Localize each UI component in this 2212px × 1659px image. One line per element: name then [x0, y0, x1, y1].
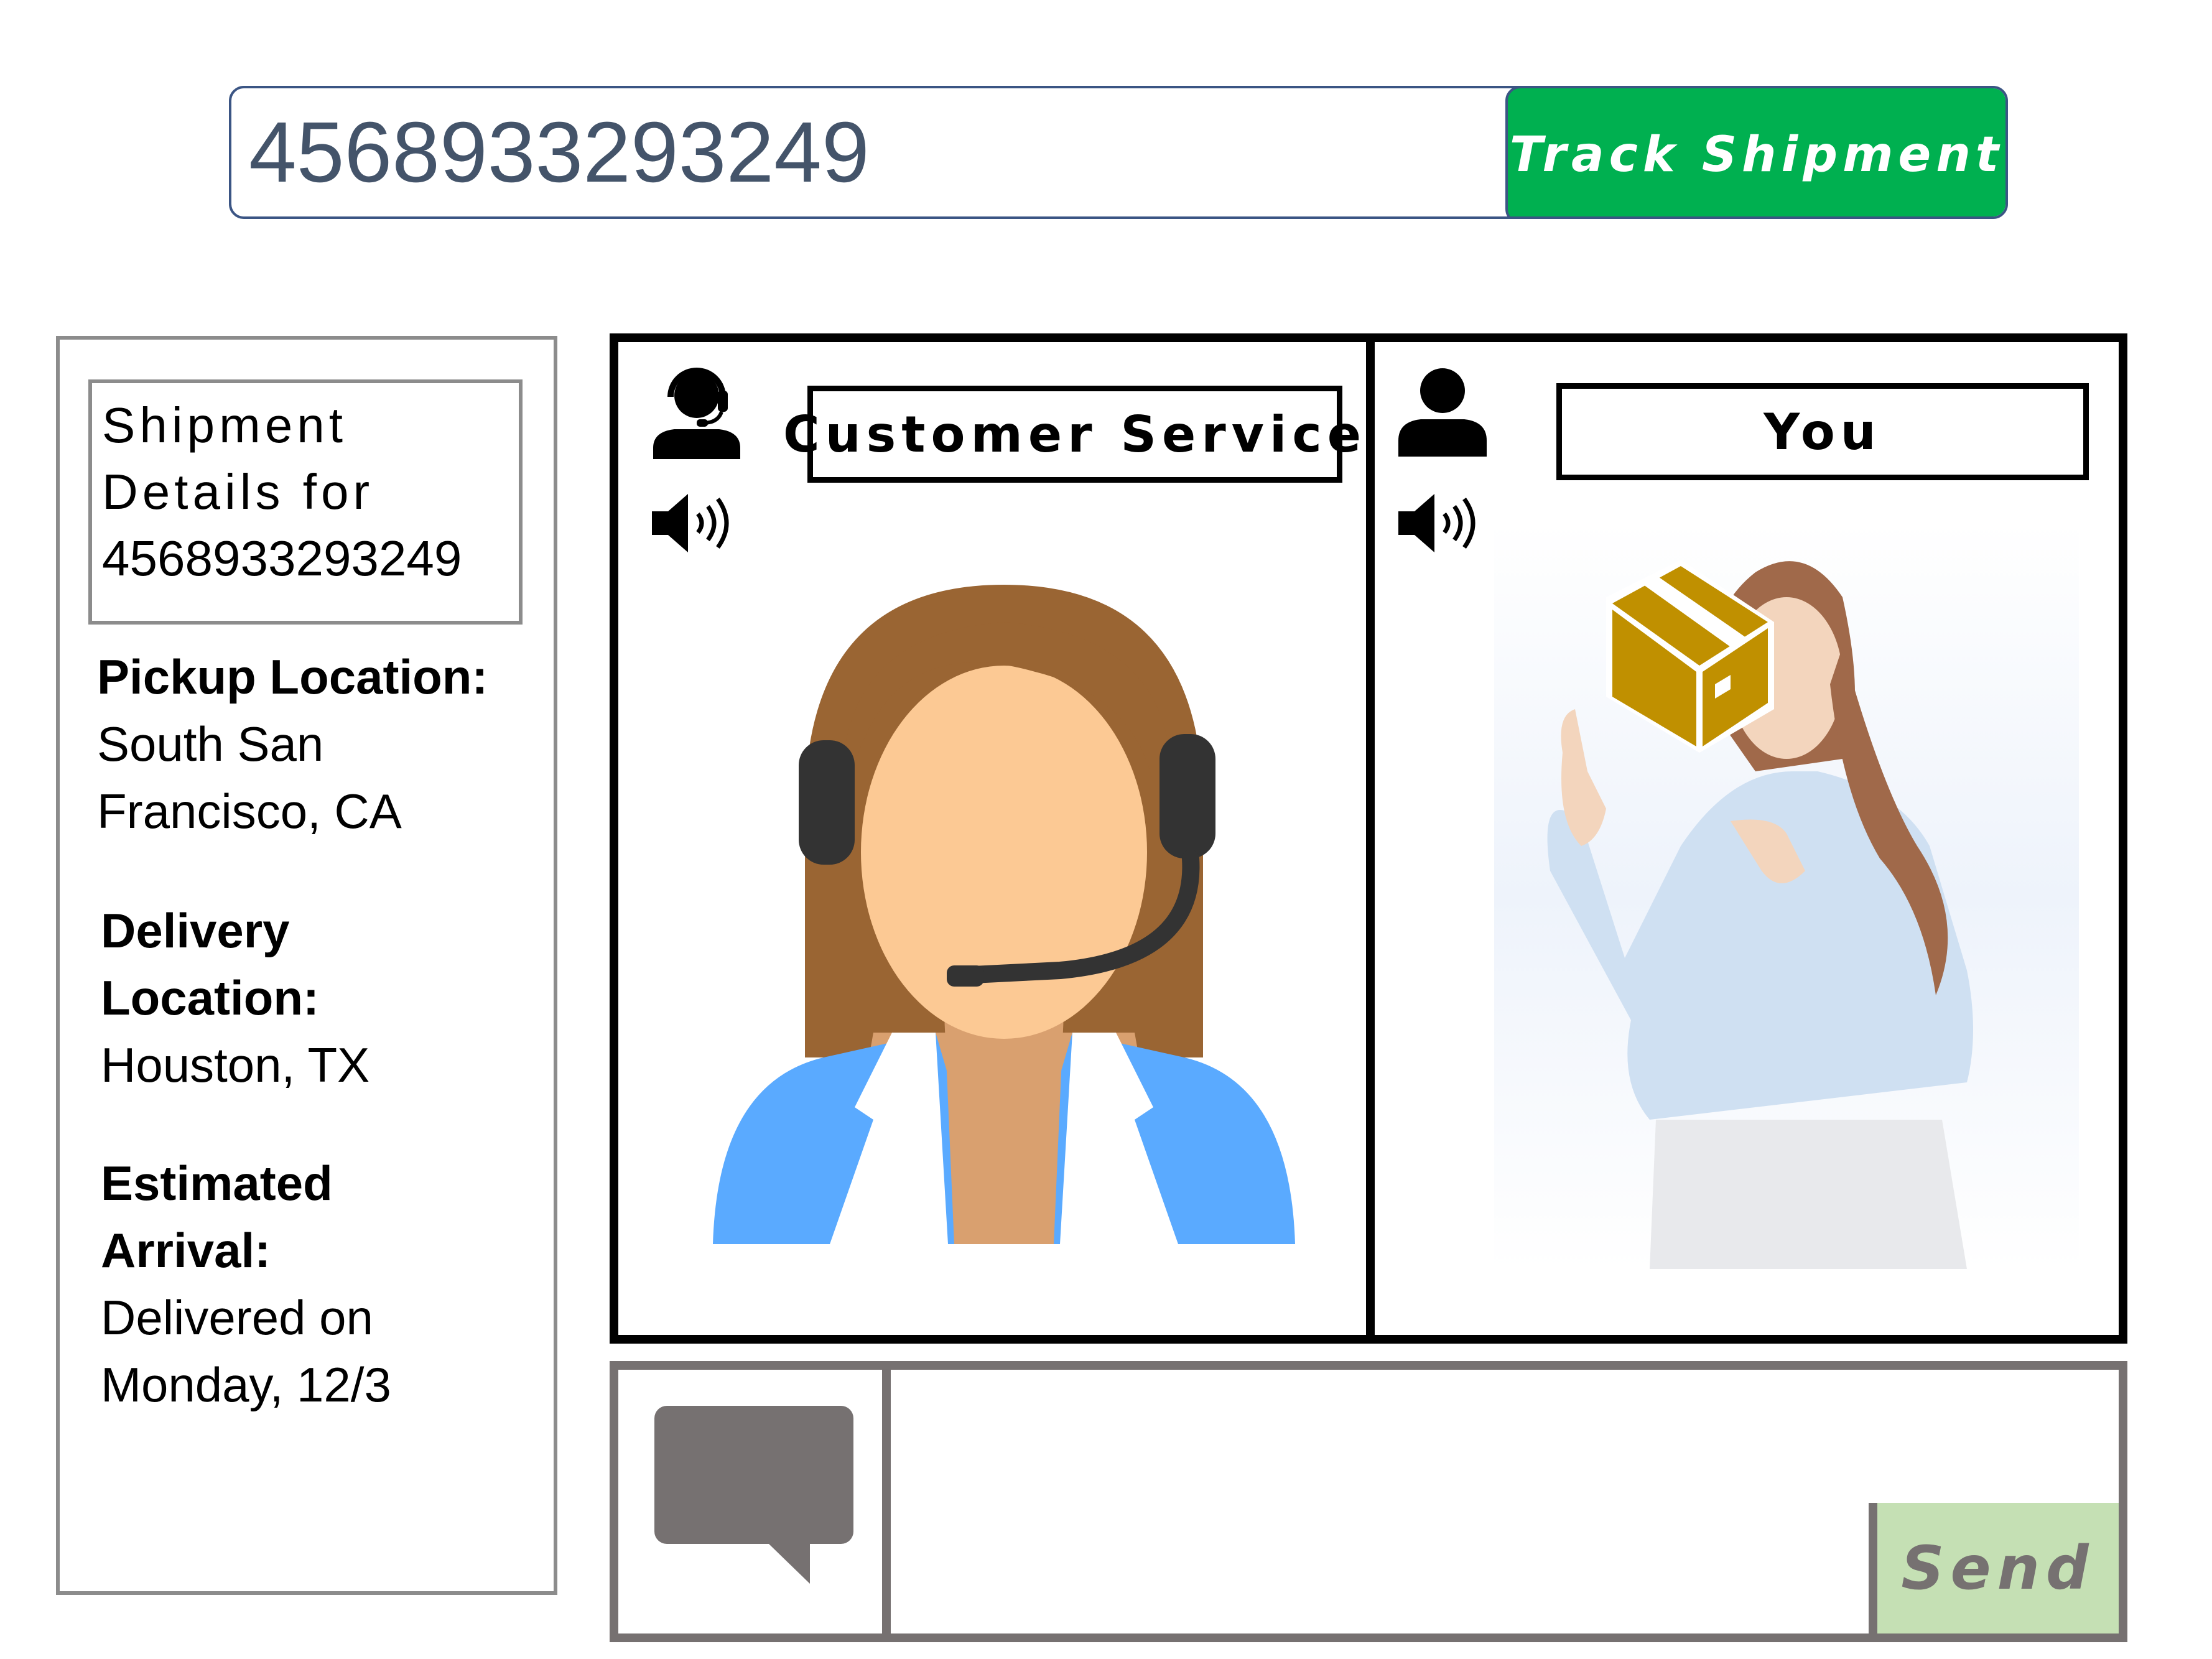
speaker-icon [1398, 494, 1475, 552]
estimated-arrival-label: Arrival: [101, 1223, 271, 1278]
pickup-location-label: Pickup Location: [97, 649, 488, 704]
chat-message-input[interactable] [891, 1503, 1877, 1633]
estimated-arrival-label: Estimated [101, 1156, 333, 1211]
agent-avatar-illustration [713, 585, 1295, 1244]
tracking-search-bar: Track Shipment [229, 86, 2008, 219]
user-avatar-illustration [1494, 523, 2079, 1269]
shipment-details-panel: Shipment Details for 4568933293249 Picku… [56, 336, 557, 1595]
details-title-line: Details for [102, 464, 374, 519]
chat-bubble-icon [654, 1406, 853, 1584]
send-button[interactable]: Send [1877, 1503, 2119, 1633]
track-shipment-button[interactable]: Track Shipment [1505, 88, 2005, 216]
delivery-location-label: Location: [101, 970, 319, 1025]
delivery-location-value: Houston, TX [101, 1038, 370, 1092]
details-title-number: 4568933293249 [102, 531, 462, 586]
estimated-arrival-value: Monday, 12/3 [101, 1357, 391, 1412]
pickup-location-value: Francisco, CA [97, 784, 402, 839]
video-divider [1366, 342, 1375, 1335]
estimated-arrival-block: Estimated Arrival: Delivered on Monday, … [101, 1150, 549, 1418]
chat-area: Send [610, 1361, 2127, 1642]
person-icon [1398, 368, 1487, 457]
delivery-location-block: Delivery Location: Houston, TX [101, 897, 549, 1099]
pickup-location-value: South San [97, 717, 324, 771]
video-call-area: Customer Service You [610, 333, 2127, 1344]
delivery-location-label: Delivery [101, 903, 290, 958]
estimated-arrival-value: Delivered on [101, 1290, 373, 1345]
user-name-label: You [1556, 383, 2089, 480]
speaker-icon [652, 494, 729, 552]
agent-name-label: Customer Service [783, 386, 1361, 483]
details-title-line: Shipment [102, 397, 347, 453]
chat-divider [882, 1370, 891, 1633]
pickup-location-block: Pickup Location: South San Francisco, CA [97, 643, 545, 845]
chat-message-log [891, 1370, 2119, 1512]
support-agent-icon [653, 368, 740, 459]
shipment-details-title: Shipment Details for 4568933293249 [88, 379, 523, 625]
tracking-number-input[interactable] [249, 88, 1518, 216]
